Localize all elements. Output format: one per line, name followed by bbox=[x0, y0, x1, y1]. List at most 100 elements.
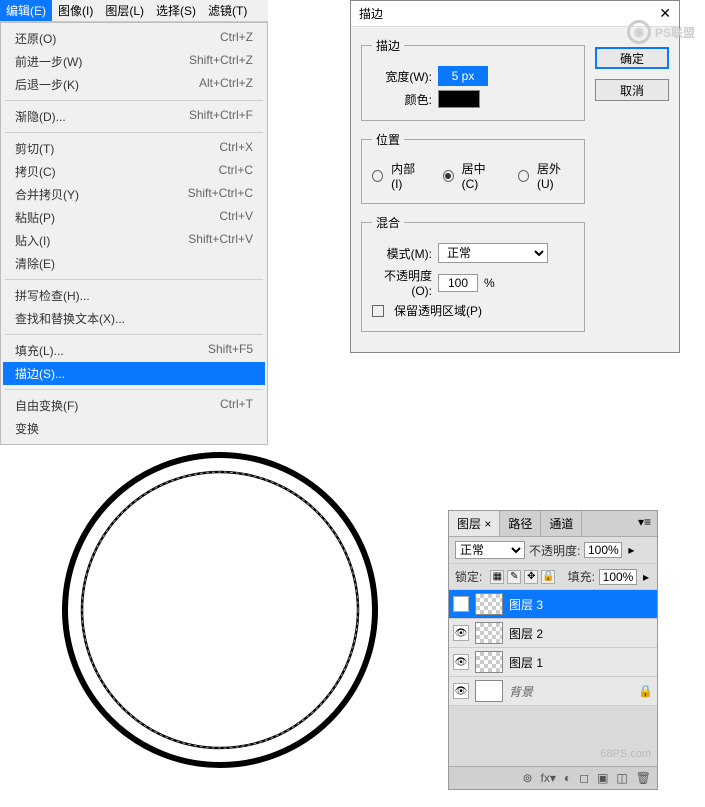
menu-separator bbox=[5, 100, 263, 101]
watermark-brand: PS联盟 bbox=[655, 24, 695, 41]
layer-thumb bbox=[475, 593, 503, 615]
preserve-checkbox[interactable] bbox=[372, 305, 384, 317]
opacity-input[interactable] bbox=[438, 274, 478, 292]
fill-input[interactable] bbox=[599, 569, 637, 585]
layer-footer-icon[interactable]: ◻ bbox=[579, 771, 589, 785]
layer-row[interactable]: 👁 图层 2 bbox=[449, 619, 657, 648]
lock-move-icon[interactable]: ✥ bbox=[524, 570, 538, 584]
menu-separator bbox=[5, 132, 263, 133]
watermark: ◉ PS联盟 bbox=[627, 20, 695, 44]
menu-separator bbox=[5, 389, 263, 390]
layers-list: 👁 图层 3 👁 图层 2 👁 图层 1 👁背景🔒 bbox=[449, 590, 657, 706]
layer-footer-icon[interactable]: ⊚ bbox=[522, 771, 532, 785]
stroke-group: 描边 宽度(W): 颜色: bbox=[361, 37, 585, 121]
menu-item[interactable]: 描边(S)... bbox=[3, 362, 265, 385]
blend-legend: 混合 bbox=[372, 214, 404, 231]
layer-footer-icon[interactable]: ◫ bbox=[616, 771, 627, 785]
menu-item[interactable]: 合并拷贝(Y)Shift+Ctrl+C bbox=[3, 183, 265, 206]
layer-name: 图层 2 bbox=[509, 625, 653, 642]
menu-item[interactable]: 还原(O)Ctrl+Z bbox=[3, 27, 265, 50]
width-label: 宽度(W): bbox=[372, 68, 432, 85]
menu-item[interactable]: 查找和替换文本(X)... bbox=[3, 307, 265, 330]
ok-button[interactable]: 确定 bbox=[595, 47, 669, 69]
radio-outside[interactable] bbox=[518, 170, 529, 182]
layer-thumb bbox=[475, 622, 503, 644]
mode-label: 模式(M): bbox=[372, 245, 432, 262]
tab-layers[interactable]: 图层 × bbox=[449, 511, 500, 536]
menu-item[interactable]: 粘贴(P)Ctrl+V bbox=[3, 206, 265, 229]
opacity-arrow-icon[interactable]: ▸ bbox=[626, 543, 636, 557]
visibility-icon[interactable]: 👁 bbox=[453, 625, 469, 641]
canvas-circles bbox=[55, 445, 385, 775]
position-legend: 位置 bbox=[372, 131, 404, 148]
preserve-label: 保留透明区域(P) bbox=[394, 302, 482, 319]
menu-item[interactable]: 渐隐(D)...Shift+Ctrl+F bbox=[3, 105, 265, 128]
menu-separator bbox=[5, 334, 263, 335]
edit-menu: 还原(O)Ctrl+Z前进一步(W)Shift+Ctrl+Z后退一步(K)Alt… bbox=[0, 22, 268, 445]
menu-item[interactable]: 变换 bbox=[3, 417, 265, 440]
menubar: 编辑(E) 图像(I) 图层(L) 选择(S) 滤镜(T) bbox=[0, 0, 268, 22]
cancel-button[interactable]: 取消 bbox=[595, 79, 669, 101]
layers-panel: 图层 × 路径 通道 ▾≡ 正常 不透明度: ▸ 锁定: ▦ ✎ ✥ 🔒 填充:… bbox=[448, 510, 658, 790]
radio-outside-label: 居外(U) bbox=[537, 160, 574, 191]
stroke-dialog: 描边 ✕ 描边 宽度(W): 颜色: 位置 内部(I) 居中 bbox=[350, 0, 680, 353]
lock-all-icon[interactable]: 🔒 bbox=[541, 570, 555, 584]
blend-mode-select[interactable]: 正常 bbox=[455, 541, 525, 559]
dialog-title: 描边 bbox=[359, 5, 383, 22]
menu-item[interactable]: 前进一步(W)Shift+Ctrl+Z bbox=[3, 50, 265, 73]
color-swatch[interactable] bbox=[438, 90, 480, 108]
panel-watermark: 68PS.com bbox=[600, 748, 651, 760]
layer-footer-icon[interactable]: ▣ bbox=[597, 771, 608, 785]
panel-menu-icon[interactable]: ▾≡ bbox=[632, 511, 657, 536]
menu-item[interactable]: 贴入(I)Shift+Ctrl+V bbox=[3, 229, 265, 252]
opacity-unit: % bbox=[484, 276, 495, 290]
mode-select[interactable]: 正常 bbox=[438, 243, 548, 263]
menu-item[interactable]: 清除(E) bbox=[3, 252, 265, 275]
layer-footer-icon[interactable]: ◐ bbox=[564, 771, 571, 785]
menu-item[interactable]: 后退一步(K)Alt+Ctrl+Z bbox=[3, 73, 265, 96]
opacity-label: 不透明度(O): bbox=[372, 267, 432, 298]
visibility-icon[interactable]: 👁 bbox=[453, 596, 469, 612]
layers-footer: ⊚ fx▾ ◐ ◻ ▣ ◫ 🗑 bbox=[449, 766, 657, 789]
menu-item[interactable]: 拷贝(C)Ctrl+C bbox=[3, 160, 265, 183]
fill-label: 填充: bbox=[568, 568, 595, 585]
menu-item[interactable]: 剪切(T)Ctrl+X bbox=[3, 137, 265, 160]
lock-paint-icon[interactable]: ✎ bbox=[507, 570, 521, 584]
menu-item[interactable]: 拼写检查(H)... bbox=[3, 284, 265, 307]
position-group: 位置 内部(I) 居中(C) 居外(U) bbox=[361, 131, 585, 204]
color-label: 颜色: bbox=[372, 91, 432, 108]
width-input[interactable] bbox=[438, 66, 488, 86]
layers-empty-area: 68PS.com bbox=[449, 706, 657, 766]
layer-opacity-input[interactable] bbox=[584, 542, 622, 558]
visibility-icon[interactable]: 👁 bbox=[453, 654, 469, 670]
tab-channels[interactable]: 通道 bbox=[541, 511, 582, 536]
radio-inside-label: 内部(I) bbox=[391, 160, 423, 191]
menu-item[interactable]: 自由变换(F)Ctrl+T bbox=[3, 394, 265, 417]
lock-label: 锁定: bbox=[455, 568, 482, 585]
radio-inside[interactable] bbox=[372, 170, 383, 182]
menu-item[interactable]: 填充(L)...Shift+F5 bbox=[3, 339, 265, 362]
layer-thumb bbox=[475, 651, 503, 673]
menu-filter[interactable]: 滤镜(T) bbox=[202, 0, 253, 21]
layer-name: 图层 3 bbox=[509, 596, 653, 613]
menu-select[interactable]: 选择(S) bbox=[150, 0, 202, 21]
menu-separator bbox=[5, 279, 263, 280]
menu-layer[interactable]: 图层(L) bbox=[99, 0, 150, 21]
layer-thumb bbox=[475, 680, 503, 702]
menu-edit[interactable]: 编辑(E) bbox=[0, 0, 52, 21]
layer-name: 图层 1 bbox=[509, 654, 653, 671]
layer-row[interactable]: 👁背景🔒 bbox=[449, 677, 657, 706]
radio-center[interactable] bbox=[443, 170, 454, 182]
blend-group: 混合 模式(M): 正常 不透明度(O): % 保留透明区域(P) bbox=[361, 214, 585, 332]
tab-paths[interactable]: 路径 bbox=[500, 511, 541, 536]
lock-icon: 🔒 bbox=[638, 684, 653, 698]
menu-image[interactable]: 图像(I) bbox=[52, 0, 99, 21]
layer-footer-icon[interactable]: 🗑 bbox=[636, 771, 651, 785]
layer-footer-icon[interactable]: fx▾ bbox=[541, 771, 556, 785]
layer-row[interactable]: 👁 图层 3 bbox=[449, 590, 657, 619]
visibility-icon[interactable]: 👁 bbox=[453, 683, 469, 699]
fill-arrow-icon[interactable]: ▸ bbox=[641, 570, 651, 584]
panel-tabs: 图层 × 路径 通道 ▾≡ bbox=[449, 511, 657, 537]
layer-row[interactable]: 👁 图层 1 bbox=[449, 648, 657, 677]
lock-transparent-icon[interactable]: ▦ bbox=[490, 570, 504, 584]
